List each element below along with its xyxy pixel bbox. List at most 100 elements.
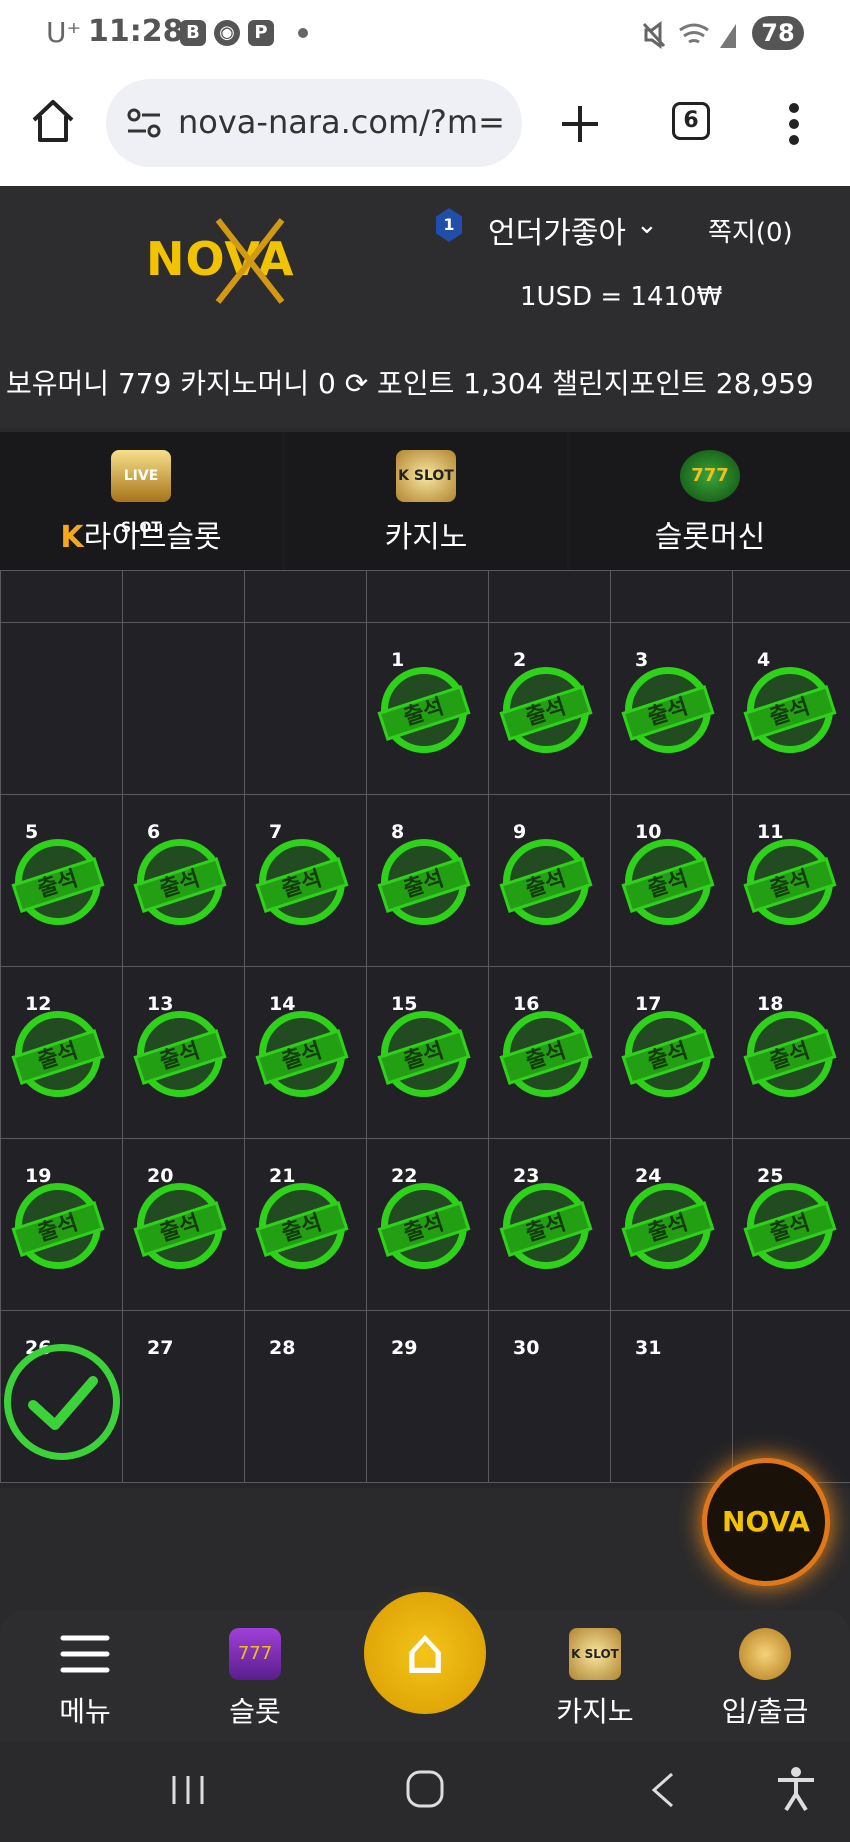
calendar-day-cell[interactable]: 11 출석 — [732, 794, 850, 967]
floating-logo-button[interactable]: NOVA — [702, 1458, 830, 1586]
home-button[interactable]: ⌂ — [358, 1586, 492, 1720]
stamp-label: 출석 — [255, 1029, 349, 1085]
calendar-day-cell[interactable]: 12 출석 — [0, 966, 123, 1139]
tab-slot-machine[interactable]: 777 슬롯머신 — [570, 432, 850, 570]
calendar-day-cell[interactable]: 6 출석 — [122, 794, 245, 967]
stamp-label: 출석 — [499, 1029, 593, 1085]
calendar-day-cell[interactable]: 29 — [366, 1310, 489, 1483]
calendar-day-cell — [732, 1310, 850, 1483]
calendar-day-cell — [0, 622, 123, 795]
attendance-stamp-icon: 출석 — [377, 839, 471, 925]
home-nav-icon[interactable] — [404, 1768, 446, 1810]
url-text[interactable]: nova-nara.com/?m= — [178, 103, 505, 141]
calendar-day-cell[interactable]: 22 출석 — [366, 1138, 489, 1311]
back-icon[interactable] — [648, 1770, 678, 1810]
attendance-stamp-icon: 출석 — [621, 1183, 715, 1269]
attendance-stamp-icon: 출석 — [255, 1011, 349, 1097]
recent-apps-icon[interactable] — [168, 1772, 208, 1808]
stamp-label: 출석 — [255, 857, 349, 913]
tab-live-slot[interactable]: LIVE SLOT K라이브슬롯 — [0, 432, 282, 570]
calendar-day-cell[interactable]: 2 출석 — [488, 622, 611, 795]
weekday-header-cell — [366, 570, 489, 623]
stamp-label: 출석 — [11, 857, 105, 913]
calendar-day-cell[interactable]: 15 출석 — [366, 966, 489, 1139]
nav-label: 입/출금 — [721, 1695, 809, 1728]
slot-machine-icon: 777 — [229, 1628, 281, 1680]
site-settings-icon[interactable] — [126, 107, 162, 139]
calendar-day-cell[interactable]: 5 출석 — [0, 794, 123, 967]
calendar-day-cell[interactable]: 31 — [610, 1310, 733, 1483]
system-status-icons — [642, 21, 736, 49]
messages-link[interactable]: 쪽지(0) — [708, 212, 793, 249]
nav-slot[interactable]: 777 슬롯 — [170, 1610, 340, 1742]
attendance-stamp-icon: 출석 — [499, 1183, 593, 1269]
calendar-day-cell[interactable]: 10 출석 — [610, 794, 733, 967]
calendar-day-cell[interactable]: 8 출석 — [366, 794, 489, 967]
calendar-day-cell[interactable]: 9 출석 — [488, 794, 611, 967]
calendar-day-cell[interactable]: 16 출석 — [488, 966, 611, 1139]
exchange-rate: 1USD = 1410₩ — [520, 282, 723, 312]
notification-icon: P — [248, 20, 274, 46]
attendance-calendar: 1 출석 2 출석 3 출석 4 출석 5 출석 6 출석 7 출석 8 출석 9 출석 10 출석 11 출석 12 출석 1… — [0, 570, 850, 1488]
stamp-label: 출석 — [255, 1201, 349, 1257]
nav-deposit-withdraw[interactable]: 입/출금 — [680, 1610, 850, 1742]
battery-indicator: 78 — [752, 16, 804, 50]
balance-bar: 보유머니 779 카지노머니 0 ⟳ 포인트 1,304 챌린지포인트 28,9… — [0, 330, 850, 426]
chevron-down-icon[interactable]: ⌄ — [636, 210, 658, 240]
calendar-day-cell[interactable]: 14 출석 — [244, 966, 367, 1139]
attendance-stamp-icon: 출석 — [11, 1183, 105, 1269]
calendar-day-cell[interactable]: 4 출석 — [732, 622, 850, 795]
notification-icon: B — [180, 20, 206, 46]
calendar-day-cell[interactable]: 3 출석 — [610, 622, 733, 795]
day-number: 1 — [391, 649, 405, 671]
nav-menu[interactable]: 메뉴 — [0, 1610, 170, 1742]
stamp-label: 출석 — [499, 1201, 593, 1257]
stamp-label: 출석 — [133, 1201, 227, 1257]
calendar-day-cell[interactable]: 30 — [488, 1310, 611, 1483]
calendar-day-cell[interactable]: 20 출석 — [122, 1138, 245, 1311]
day-number: 7 — [269, 821, 283, 843]
day-number: 9 — [513, 821, 527, 843]
clock: 11:28 — [88, 14, 184, 49]
calendar-day-cell[interactable]: 19 출석 — [0, 1138, 123, 1311]
new-tab-icon[interactable] — [560, 104, 600, 144]
nav-casino[interactable]: K SLOT 카지노 — [510, 1610, 680, 1742]
day-number: 8 — [391, 821, 405, 843]
calendar-day-cell[interactable]: 27 — [122, 1310, 245, 1483]
calendar-day-cell[interactable]: 23 출석 — [488, 1138, 611, 1311]
username[interactable]: 언더가좋아 — [488, 208, 626, 252]
weekday-header-cell — [244, 570, 367, 623]
calendar-day-cell[interactable]: 18 출석 — [732, 966, 850, 1139]
weekday-header-cell — [610, 570, 733, 623]
day-number: 31 — [635, 1337, 662, 1359]
calendar-day-cell[interactable]: 7 출석 — [244, 794, 367, 967]
calendar-day-cell[interactable]: 1 출석 — [366, 622, 489, 795]
calendar-day-cell[interactable]: 25 출석 — [732, 1138, 850, 1311]
check-icon — [4, 1344, 120, 1460]
tab-switcher-button[interactable]: 6 — [672, 102, 710, 140]
address-bar[interactable]: nova-nara.com/?m= — [106, 79, 522, 167]
attendance-stamp-icon: 출석 — [133, 1011, 227, 1097]
calendar-day-cell[interactable]: 21 출석 — [244, 1138, 367, 1311]
accessibility-icon[interactable] — [776, 1766, 816, 1812]
calendar-day-cell — [244, 622, 367, 795]
calendar-day-cell[interactable]: 13 출석 — [122, 966, 245, 1139]
attendance-stamp-icon: 출석 — [377, 1011, 471, 1097]
attendance-stamp-icon: 출석 — [11, 1011, 105, 1097]
tab-casino[interactable]: K SLOT 카지노 — [285, 432, 567, 570]
calendar-day-cell[interactable]: 28 — [244, 1310, 367, 1483]
calendar-day-cell[interactable]: 17 출석 — [610, 966, 733, 1139]
k-slot-icon: K SLOT — [569, 1628, 621, 1680]
stamp-label: 출석 — [499, 685, 593, 741]
calendar-day-cell[interactable]: 24 출석 — [610, 1138, 733, 1311]
day-number: 27 — [147, 1337, 174, 1359]
logo-x-mark — [215, 218, 285, 304]
game-category-tabs: LIVE SLOT K라이브슬롯 K SLOT 카지노 777 슬롯머신 — [0, 432, 850, 570]
more-options-icon[interactable] — [788, 102, 800, 146]
home-icon[interactable] — [30, 98, 76, 144]
weekday-header-cell — [0, 570, 123, 623]
stamp-label: 출석 — [621, 857, 715, 913]
stamp-label: 출석 — [377, 857, 471, 913]
stamp-label: 출석 — [377, 1029, 471, 1085]
tab-label: 카지노 — [384, 520, 468, 555]
